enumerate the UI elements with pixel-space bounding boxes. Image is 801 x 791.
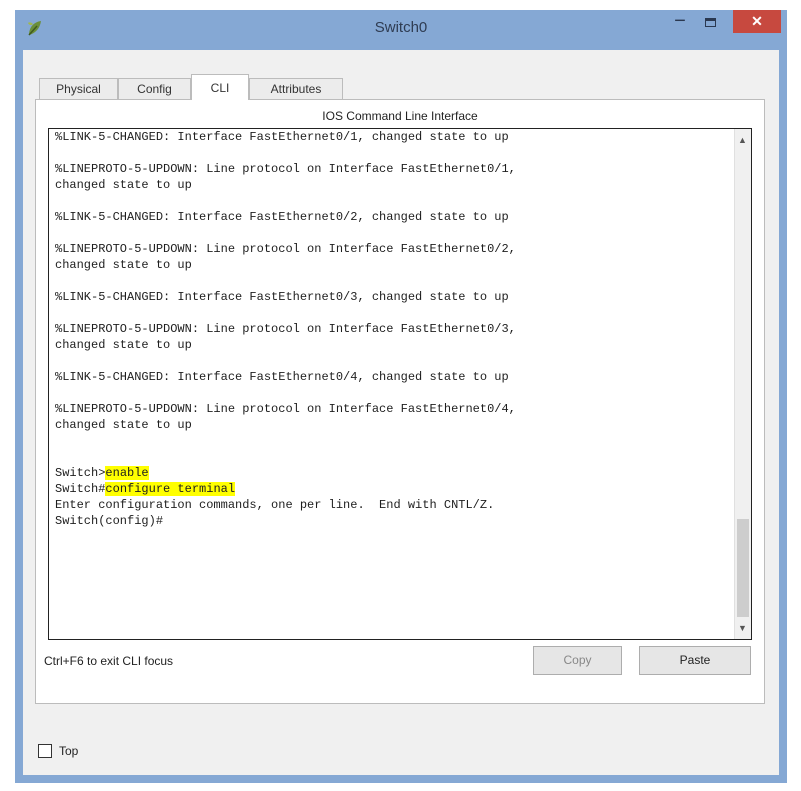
tab-physical[interactable]: Physical xyxy=(39,78,118,99)
terminal-line: changed state to up xyxy=(55,258,192,272)
paste-button[interactable]: Paste xyxy=(639,646,751,675)
terminal-line: %LINEPROTO-5-UPDOWN: Line protocol on In… xyxy=(55,242,516,256)
terminal-line: changed state to up xyxy=(55,418,192,432)
terminal-line: %LINK-5-CHANGED: Interface FastEthernet0… xyxy=(55,370,509,384)
terminal-line xyxy=(55,193,725,209)
terminal-line xyxy=(55,385,725,401)
terminal-output: %LINK-5-CHANGED: Interface FastEthernet0… xyxy=(55,129,725,529)
terminal-line: changed state to up xyxy=(55,178,192,192)
minimize-button[interactable]: − xyxy=(667,11,693,35)
terminal-line: Enter configuration commands, one per li… xyxy=(55,498,495,512)
prompt: Switch> xyxy=(55,466,106,480)
cli-terminal[interactable]: %LINK-5-CHANGED: Interface FastEthernet0… xyxy=(48,128,752,640)
terminal-line xyxy=(55,145,725,161)
highlighted-command: configure terminal xyxy=(105,482,236,496)
terminal-line xyxy=(55,433,725,449)
terminal-line xyxy=(55,225,725,241)
maximize-button[interactable] xyxy=(698,13,724,35)
terminal-line: %LINEPROTO-5-UPDOWN: Line protocol on In… xyxy=(55,402,516,416)
copy-button[interactable]: Copy xyxy=(533,646,622,675)
top-checkbox-label: Top xyxy=(59,744,79,758)
title-bar[interactable]: Switch0 − ✕ xyxy=(15,10,787,50)
scrollbar-thumb[interactable] xyxy=(737,519,749,617)
terminal-line xyxy=(55,273,725,289)
terminal-line xyxy=(55,449,725,465)
terminal-prompt-line: Switch#configure terminal xyxy=(55,481,725,497)
maximize-icon xyxy=(705,18,716,27)
switch-window: Switch0 − ✕ Physical Config CLI Attribut… xyxy=(15,10,787,783)
window-client-area: Physical Config CLI Attributes IOS Comma… xyxy=(23,50,779,775)
highlighted-command: enable xyxy=(105,466,149,480)
cli-heading: IOS Command Line Interface xyxy=(322,109,478,123)
terminal-line: %LINEPROTO-5-UPDOWN: Line protocol on In… xyxy=(55,322,516,336)
terminal-line: %LINK-5-CHANGED: Interface FastEthernet0… xyxy=(55,130,509,144)
tab-config[interactable]: Config xyxy=(118,78,191,99)
terminal-line: %LINEPROTO-5-UPDOWN: Line protocol on In… xyxy=(55,162,516,176)
close-button[interactable]: ✕ xyxy=(733,10,781,33)
exit-cli-hint: Ctrl+F6 to exit CLI focus xyxy=(44,654,174,668)
scroll-up-icon[interactable]: ▲ xyxy=(738,135,747,145)
terminal-line xyxy=(55,305,725,321)
cli-panel: IOS Command Line Interface %LINK-5-CHANG… xyxy=(35,99,765,704)
scroll-down-icon[interactable]: ▼ xyxy=(738,623,747,633)
terminal-line: changed state to up xyxy=(55,338,192,352)
terminal-line: %LINK-5-CHANGED: Interface FastEthernet0… xyxy=(55,290,509,304)
top-checkbox[interactable] xyxy=(38,744,52,758)
tab-attributes[interactable]: Attributes xyxy=(249,78,343,99)
terminal-line xyxy=(55,353,725,369)
tab-cli[interactable]: CLI xyxy=(191,74,249,100)
prompt: Switch# xyxy=(55,482,106,496)
terminal-prompt-line: Switch>enable xyxy=(55,465,725,481)
vertical-scrollbar[interactable]: ▲ ▼ xyxy=(734,129,751,639)
terminal-line: Switch(config)# xyxy=(55,514,164,528)
terminal-line: %LINK-5-CHANGED: Interface FastEthernet0… xyxy=(55,210,509,224)
